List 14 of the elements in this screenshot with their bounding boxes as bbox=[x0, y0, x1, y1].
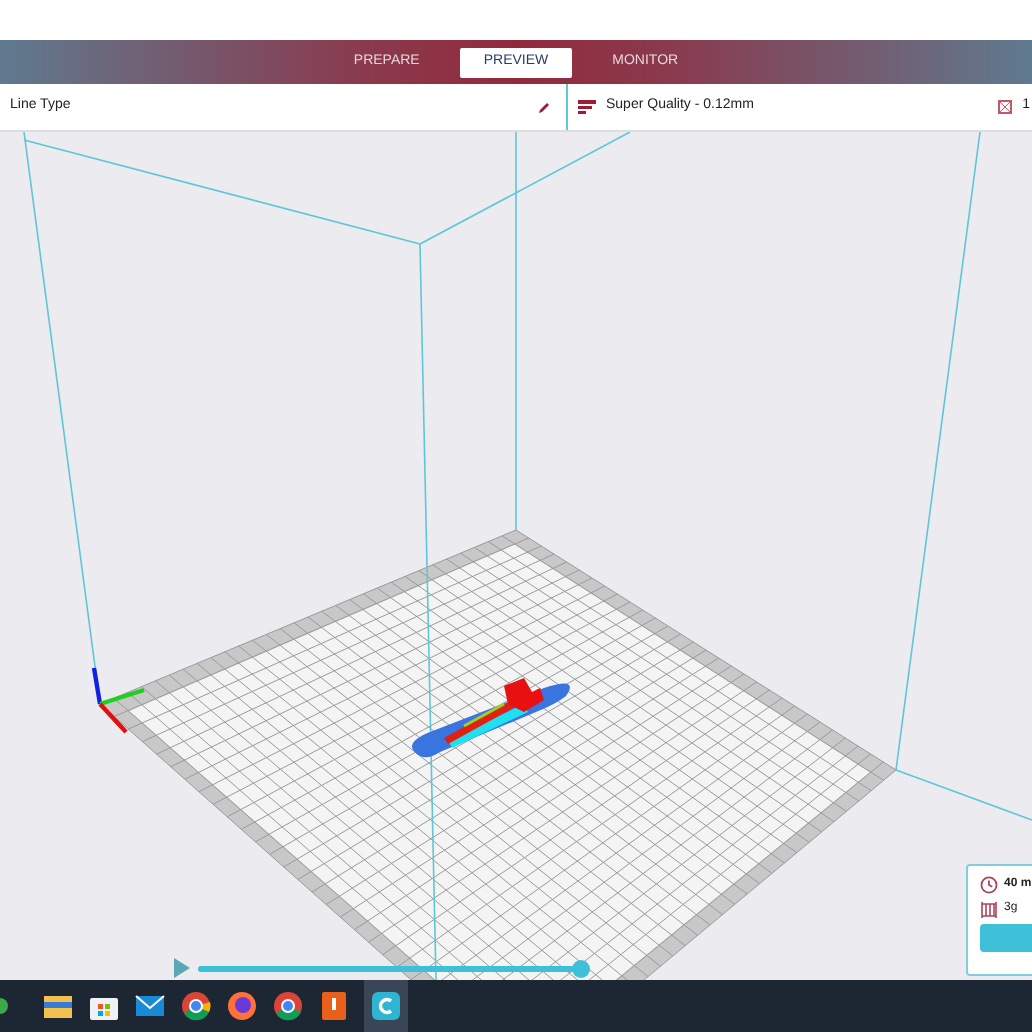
browser-icon[interactable] bbox=[272, 990, 304, 1022]
cura-taskbar-button[interactable] bbox=[364, 980, 408, 1032]
mail-icon[interactable] bbox=[134, 992, 166, 1020]
support-icon bbox=[998, 100, 1013, 114]
folder-icon[interactable] bbox=[42, 992, 74, 1020]
clock-icon bbox=[980, 876, 998, 894]
app-icon[interactable] bbox=[318, 990, 350, 1022]
spool-icon bbox=[980, 901, 998, 917]
cura-icon bbox=[372, 992, 400, 1020]
axis-gizmo bbox=[91, 667, 145, 734]
profile-icon bbox=[578, 100, 596, 114]
browser-icon[interactable] bbox=[180, 990, 212, 1022]
firefox-icon[interactable] bbox=[226, 990, 258, 1022]
pencil-icon[interactable] bbox=[538, 101, 550, 113]
